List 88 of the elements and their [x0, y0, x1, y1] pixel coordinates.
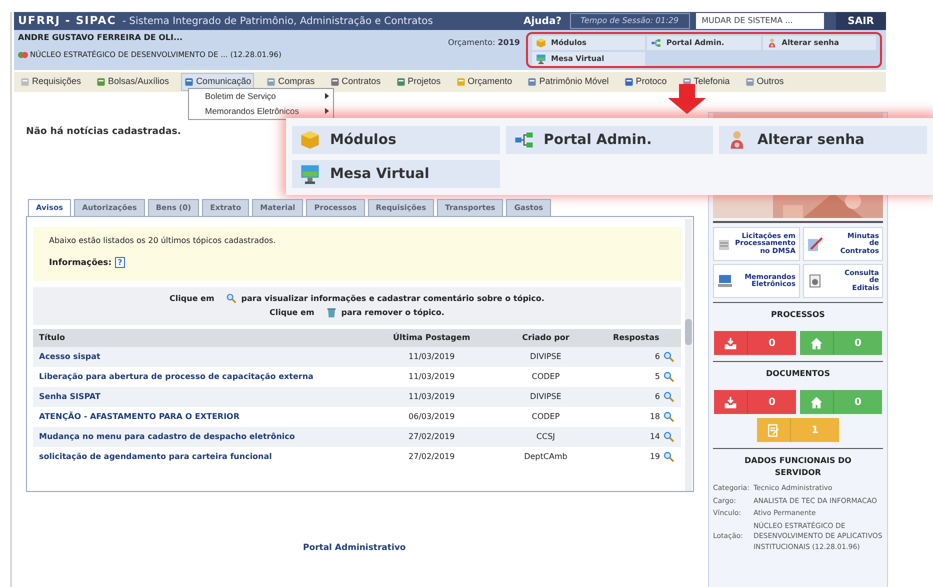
- home-icon: [810, 396, 823, 408]
- column-header: Título: [33, 328, 363, 346]
- user-name: ANDRE GUSTAVO FERREIRA DE OLI...: [18, 32, 184, 44]
- reply-count: 5: [654, 370, 660, 382]
- reply-count: 18: [650, 410, 660, 422]
- reply-count: 6: [654, 350, 660, 362]
- table-cell: DIVIPSE: [500, 386, 592, 406]
- table-cell: 27/02/2019: [363, 446, 500, 466]
- scrollbar[interactable]: [685, 218, 692, 490]
- info-label: Informações:: [49, 256, 112, 270]
- reply-count: 14: [650, 430, 660, 442]
- switch-system-dropdown[interactable]: MUDAR DE SISTEMA ...: [696, 13, 824, 29]
- menu-item[interactable]: Orçamento: [454, 74, 514, 90]
- monitor-icon: [536, 54, 546, 64]
- topic-link[interactable]: Senha SISPAT: [39, 392, 100, 400]
- column-header: Respostas: [591, 328, 681, 346]
- notice-text: Abaixo estão listados os 20 últimos tópicos cadastrados.: [49, 234, 277, 246]
- arrow-icon: [668, 84, 706, 114]
- search-icon[interactable]: [663, 350, 675, 362]
- legend-text: para visualizar informações e cadastrar comentário sobre o tópico.: [241, 292, 544, 304]
- table-cell: 06/03/2019: [363, 406, 500, 426]
- topic-link[interactable]: Liberação para abertura de processo de capacitação externa: [39, 372, 314, 380]
- topic-link[interactable]: ATENÇÃO - AFASTAMENTO PARA O EXTERIOR: [39, 412, 240, 420]
- system-subtitle: - Sistema Integrado de Patrimônio, Administração e Contratos: [122, 14, 434, 28]
- menu-item[interactable]: Patrimônio Móvel: [525, 74, 611, 90]
- laptop-icon: [717, 273, 733, 289]
- legend-text: Clique em: [170, 292, 214, 304]
- monitor-icon: [300, 164, 320, 184]
- pen-icon: [806, 236, 823, 252]
- download-icon: [724, 396, 737, 408]
- shortcut-link[interactable]: Alterar senha: [719, 126, 927, 154]
- download-icon: [724, 336, 737, 350]
- cube-icon: [300, 130, 320, 150]
- column-header: Última Postagem: [363, 328, 500, 346]
- table-cell: DIVIPSE: [500, 346, 592, 366]
- help-link[interactable]: Ajuda?: [516, 14, 570, 28]
- person-icon: [766, 38, 777, 48]
- reply-count: 19: [650, 450, 660, 462]
- network-icon: [651, 38, 662, 48]
- submenu-arrow-icon: [325, 93, 329, 100]
- unit-icon: [18, 50, 28, 60]
- network-icon: [514, 130, 534, 150]
- legend-text: Clique em: [270, 306, 314, 318]
- topic-link[interactable]: solicitação de agendamento para carteira funcional: [39, 452, 272, 460]
- section-title: PROCESSOS: [713, 302, 883, 325]
- table-cell: DeptCAmb: [500, 446, 592, 466]
- shortcut-link[interactable]: Mesa Virtual: [292, 160, 500, 188]
- section-title: DOCUMENTOS: [713, 361, 883, 384]
- news-message: Não há notícias cadastradas.: [26, 125, 182, 139]
- menu-item[interactable]: Outros: [742, 74, 786, 90]
- submenu-item[interactable]: Boletim de Serviço: [189, 89, 333, 104]
- menu-item[interactable]: Projetos: [394, 74, 443, 90]
- table-cell: 27/02/2019: [363, 426, 500, 446]
- table-cell: 11/03/2019: [363, 386, 500, 406]
- topic-link[interactable]: Acesso sispat: [39, 352, 100, 360]
- budget-label: Orçamento: 2019: [448, 37, 520, 49]
- table-cell: 11/03/2019: [363, 366, 500, 386]
- submenu-arrow-icon: [325, 108, 329, 114]
- cube-icon: [536, 38, 546, 48]
- table-cell: 11/03/2019: [363, 346, 500, 366]
- shortcut-link[interactable]: Portal Admin.: [506, 126, 714, 154]
- table-cell: CCSJ: [500, 426, 592, 446]
- search-icon[interactable]: [663, 430, 675, 442]
- portal-link[interactable]: Portal Administrativo: [303, 542, 406, 554]
- help-icon[interactable]: ?: [114, 257, 126, 268]
- search-icon: [226, 293, 238, 304]
- menu-item[interactable]: Bolsas/Auxílios: [94, 74, 172, 90]
- search-icon[interactable]: [663, 390, 675, 402]
- counter-button[interactable]: 0: [714, 390, 796, 414]
- section-title: DADOS FUNCIONAIS DO SERVIDOR: [713, 448, 883, 483]
- menu-item[interactable]: Protoco: [622, 74, 669, 90]
- legend-text: para remover o tópico.: [341, 306, 444, 318]
- system-name: UFRRJ - SIPAC: [17, 12, 118, 29]
- search-icon[interactable]: [663, 370, 675, 382]
- reply-count: 6: [654, 390, 660, 402]
- edit-icon: [767, 424, 780, 436]
- session-timer: Tempo de Sessão: 01:29: [570, 13, 690, 29]
- logout-button[interactable]: SAIR: [836, 12, 886, 30]
- menu-item[interactable]: Requisições: [18, 74, 84, 90]
- home-icon: [810, 336, 823, 350]
- trash-icon: [326, 307, 338, 318]
- table-cell: CODEP: [500, 366, 592, 386]
- shortcut-link[interactable]: Módulos: [292, 126, 500, 154]
- table-cell: CODEP: [500, 406, 592, 426]
- search-icon[interactable]: [663, 410, 675, 422]
- counter-button[interactable]: 0: [714, 331, 796, 355]
- search-icon[interactable]: [663, 450, 675, 462]
- column-header: Criado por: [500, 328, 592, 346]
